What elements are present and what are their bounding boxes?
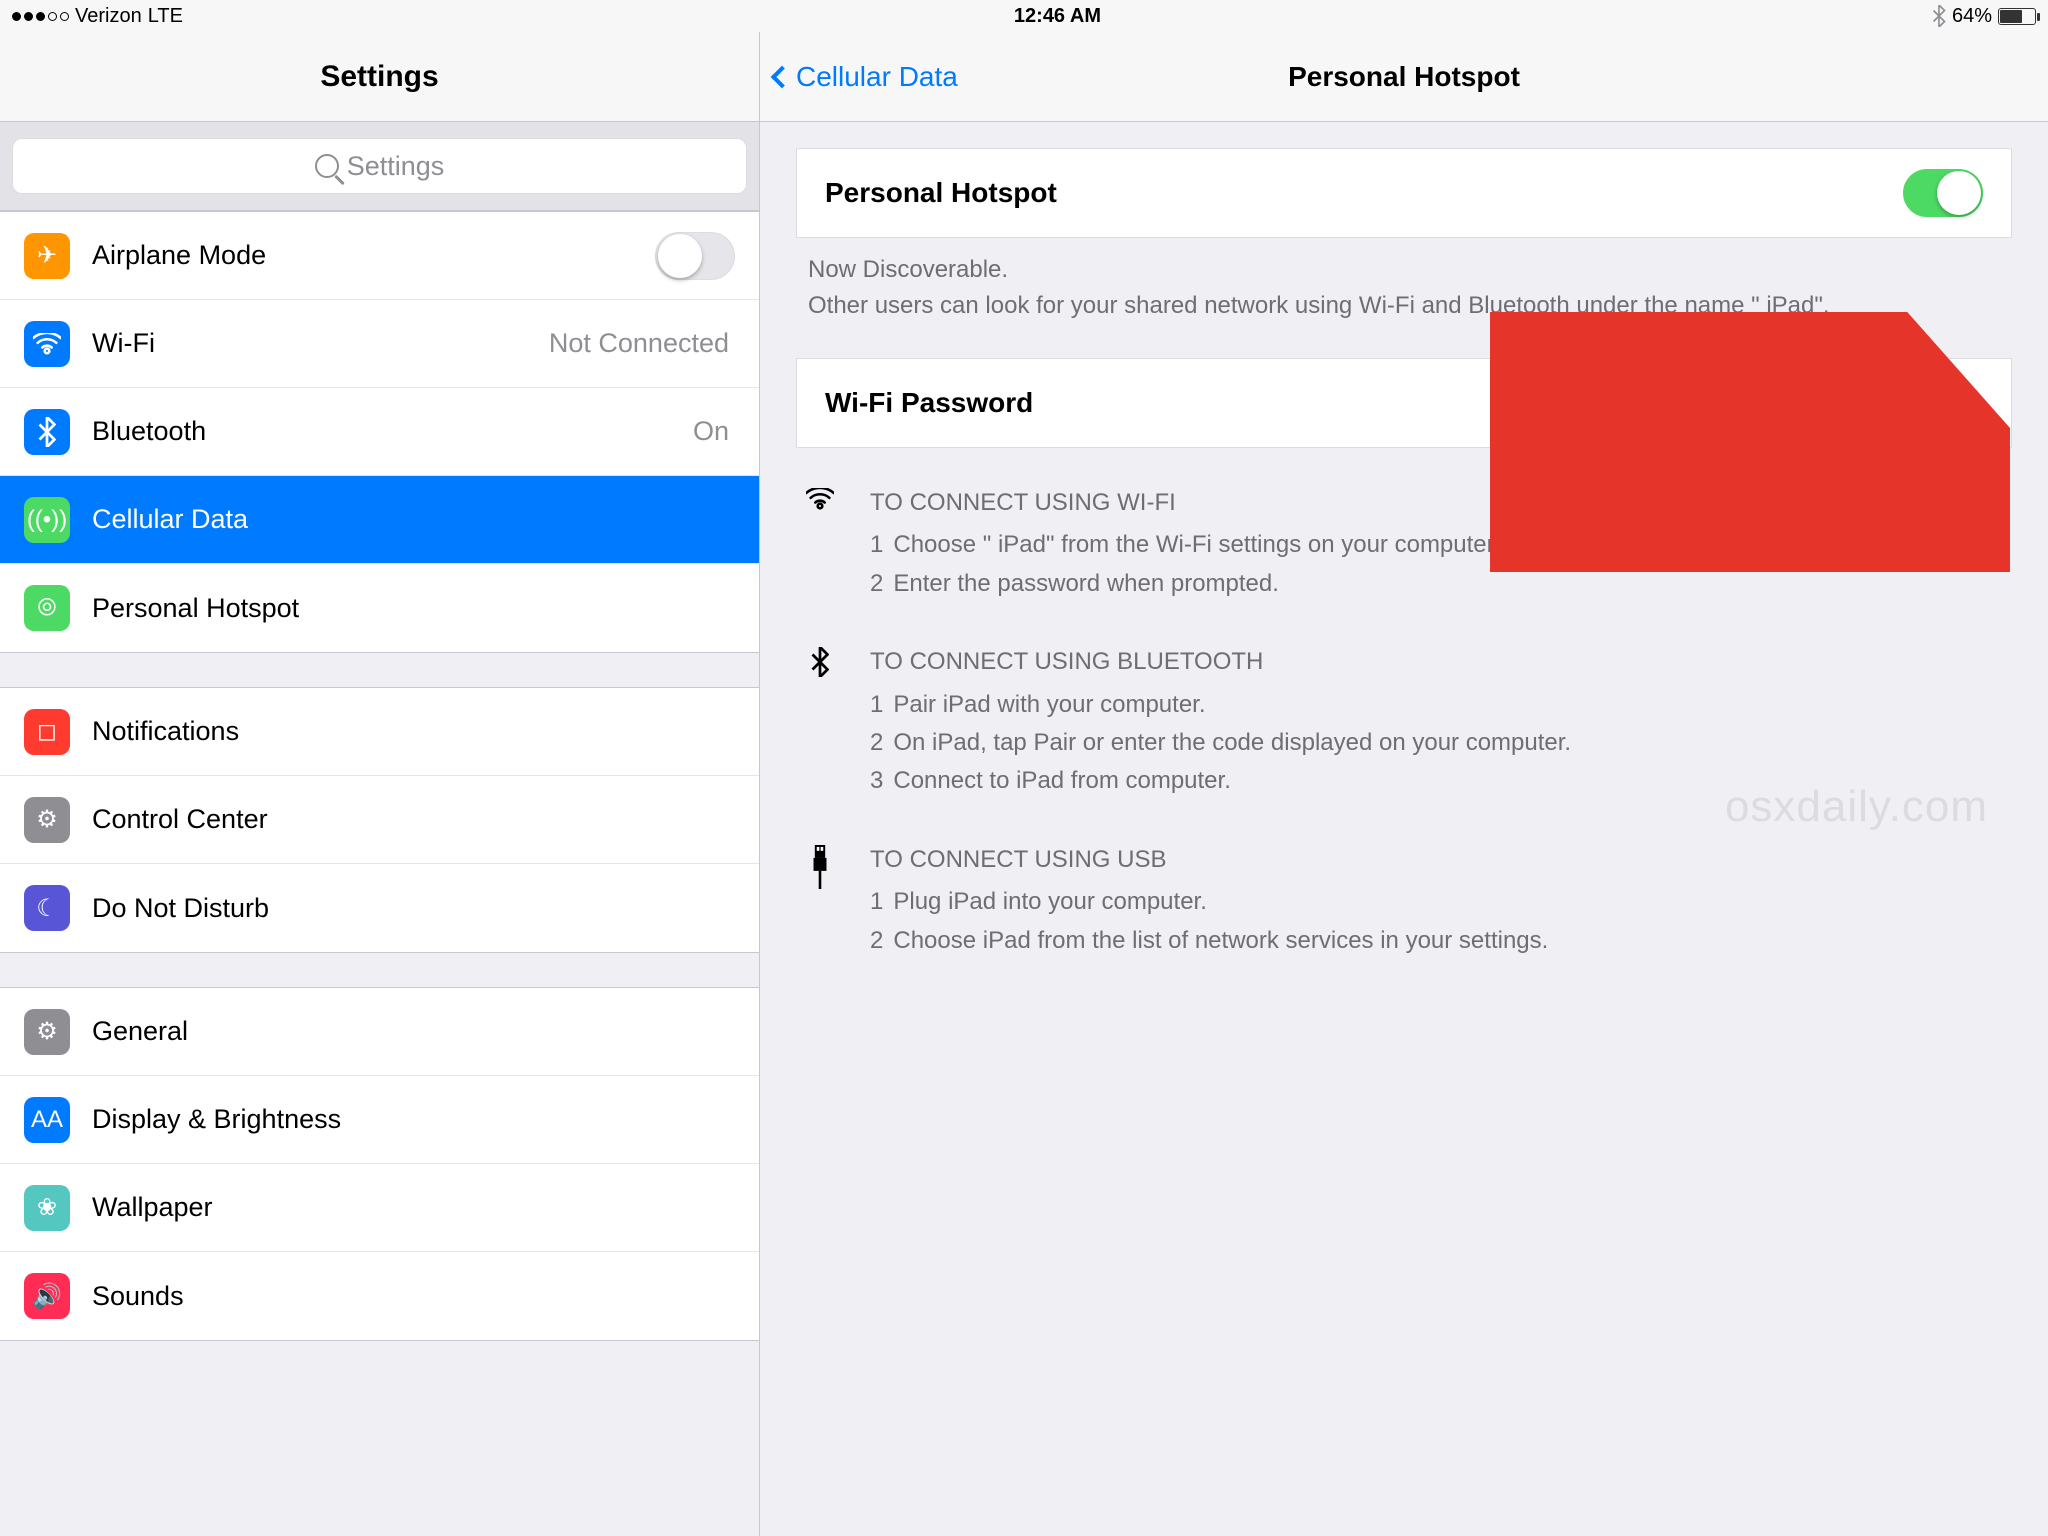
- sidebar-item-cellular-data[interactable]: ((•)) Cellular Data: [0, 476, 759, 564]
- search-icon: [315, 154, 339, 178]
- sidebar-item-notifications[interactable]: ◻ Notifications: [0, 688, 759, 776]
- sidebar-item-display-brightness[interactable]: AA Display & Brightness: [0, 1076, 759, 1164]
- sidebar-item-personal-hotspot[interactable]: ⦾ Personal Hotspot: [0, 564, 759, 652]
- sidebar-item-label: Bluetooth: [92, 416, 206, 447]
- usb-icon: [796, 841, 844, 960]
- cellular-icon: ((•)): [24, 497, 70, 543]
- sidebar-item-label: Sounds: [92, 1281, 184, 1312]
- notifications-icon: ◻: [24, 709, 70, 755]
- wifi-password-row[interactable]: Wi-Fi Password ipadwifipassword1: [796, 358, 2012, 448]
- dnd-icon: ☾: [24, 885, 70, 931]
- wallpaper-icon: ❀: [24, 1185, 70, 1231]
- back-label: Cellular Data: [796, 61, 958, 93]
- sidebar-item-label: Display & Brightness: [92, 1104, 341, 1135]
- sidebar-item-control-center[interactable]: ⚙ Control Center: [0, 776, 759, 864]
- sounds-icon: 🔊: [24, 1273, 70, 1319]
- instruction-heading: TO CONNECT USING BLUETOOTH: [870, 643, 2012, 681]
- battery-icon: [1998, 8, 2036, 25]
- sidebar-item-value: Not Connected: [549, 328, 735, 359]
- settings-sidebar: Settings Settings ✈ Airplane Mode Wi-Fi Not…: [0, 32, 760, 1536]
- back-button[interactable]: Cellular Data: [760, 61, 958, 93]
- sidebar-item-wallpaper[interactable]: ❀ Wallpaper: [0, 1164, 759, 1252]
- wifi-password-value: ipadwifipassword1: [1736, 388, 1957, 419]
- sidebar-header: Settings: [0, 32, 759, 122]
- battery-percent: 64%: [1952, 5, 1992, 28]
- hotspot-label: Personal Hotspot: [825, 177, 1057, 209]
- sidebar-item-label: Control Center: [92, 804, 268, 835]
- chevron-right-icon: [1966, 393, 1986, 413]
- control-center-icon: ⚙: [24, 797, 70, 843]
- sidebar-item-label: Wallpaper: [92, 1192, 213, 1223]
- sidebar-item-sounds[interactable]: 🔊 Sounds: [0, 1252, 759, 1340]
- sidebar-item-do-not-disturb[interactable]: ☾ Do Not Disturb: [0, 864, 759, 952]
- sidebar-item-airplane-mode[interactable]: ✈ Airplane Mode: [0, 212, 759, 300]
- clock: 12:46 AM: [1014, 5, 1101, 28]
- search-placeholder: Settings: [347, 151, 445, 182]
- instruction-block: TO CONNECT USING USB1Plug iPad into your…: [796, 841, 2012, 960]
- sidebar-item-label: Notifications: [92, 716, 239, 747]
- instruction-block: TO CONNECT USING BLUETOOTH1Pair iPad wit…: [796, 643, 2012, 801]
- sidebar-title: Settings: [320, 60, 438, 94]
- instruction-heading: TO CONNECT USING USB: [870, 841, 2012, 879]
- bluetooth-icon: [796, 643, 844, 801]
- sidebar-item-label: Wi-Fi: [92, 328, 155, 359]
- detail-pane: Cellular Data Personal Hotspot Personal …: [760, 32, 2048, 1536]
- sidebar-item-value: On: [693, 416, 735, 447]
- sidebar-item-wi-fi[interactable]: Wi-Fi Not Connected: [0, 300, 759, 388]
- wifi-password-label: Wi-Fi Password: [825, 387, 1033, 419]
- gear-icon: ⚙: [24, 1009, 70, 1055]
- watermark-text: osxdaily.com: [1725, 782, 1988, 832]
- display-icon: AA: [24, 1097, 70, 1143]
- sidebar-item-label: Personal Hotspot: [92, 593, 299, 624]
- bluetooth-status-icon: [1932, 5, 1946, 27]
- discoverable-note: Now Discoverable. Other users can look f…: [808, 252, 2000, 324]
- carrier-label: Verizon: [75, 5, 142, 28]
- sidebar-item-label: General: [92, 1016, 188, 1047]
- wifi-icon: [24, 321, 70, 367]
- sidebar-item-label: Cellular Data: [92, 504, 248, 535]
- instruction-heading: TO CONNECT USING WI-FI: [870, 484, 2012, 522]
- sidebar-item-label: Do Not Disturb: [92, 893, 269, 924]
- status-bar: Verizon LTE 12:46 AM 64%: [0, 0, 2048, 32]
- signal-dots-icon: [12, 12, 69, 21]
- sidebar-item-general[interactable]: ⚙ General: [0, 988, 759, 1076]
- hotspot-toggle[interactable]: [1903, 169, 1983, 217]
- bluetooth-icon: [24, 409, 70, 455]
- sidebar-item-bluetooth[interactable]: Bluetooth On: [0, 388, 759, 476]
- network-label: LTE: [148, 5, 183, 28]
- detail-header: Cellular Data Personal Hotspot: [760, 32, 2048, 122]
- search-input[interactable]: Settings: [12, 138, 747, 194]
- instruction-block: TO CONNECT USING WI-FI1Choose " iPad" fr…: [796, 484, 2012, 603]
- toggle[interactable]: [655, 232, 735, 280]
- wifi-icon: [796, 484, 844, 603]
- airplane-icon: ✈: [24, 233, 70, 279]
- hotspot-icon: ⦾: [24, 585, 70, 631]
- chevron-left-icon: [771, 65, 794, 88]
- sidebar-item-label: Airplane Mode: [92, 240, 266, 271]
- personal-hotspot-row[interactable]: Personal Hotspot: [796, 148, 2012, 238]
